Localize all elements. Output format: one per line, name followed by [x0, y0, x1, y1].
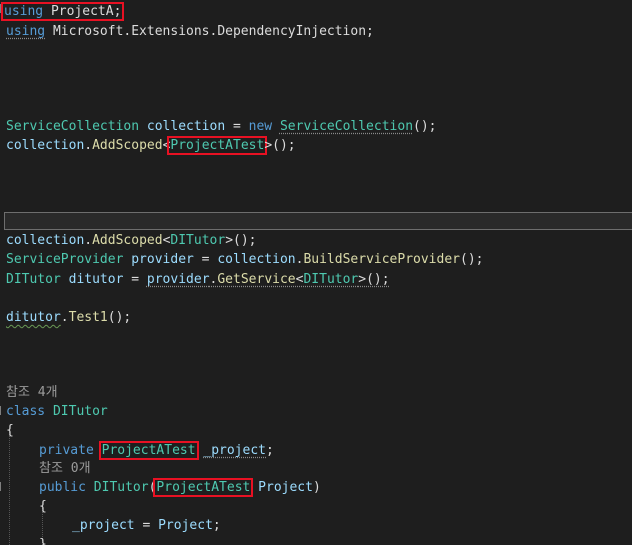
- namespace-di: Microsoft.Extensions.DependencyInjection…: [52, 24, 374, 39]
- code-line-17[interactable]: }: [0, 535, 47, 545]
- code-line-10[interactable]: class DITutor: [0, 402, 108, 421]
- highlight-box-projectatest: ProjectATest: [167, 136, 268, 155]
- highlight-box-projectatest: ProjectATest: [98, 441, 199, 460]
- codelens-references[interactable]: 참조 4개: [6, 383, 58, 402]
- code-line-8[interactable]: ditutor.Test1();: [0, 308, 131, 327]
- code-line-1[interactable]: using ProjectA;: [0, 2, 125, 21]
- code-line-14[interactable]: public DITutor(ProjectATest Project): [0, 478, 321, 497]
- code-editor[interactable]: using ProjectA; using Microsoft.Extensio…: [0, 0, 632, 545]
- namespace-projecta: ProjectA: [50, 4, 114, 19]
- code-line-13[interactable]: 참조 0개: [0, 459, 91, 478]
- codelens-references[interactable]: 참조 0개: [39, 459, 91, 478]
- code-line-4[interactable]: collection.AddScoped<ProjectATest>();: [0, 136, 296, 155]
- code-line-11[interactable]: {: [0, 421, 31, 440]
- code-line-7[interactable]: DITutor ditutor = provider.GetService<DI…: [0, 270, 390, 289]
- code-line-12[interactable]: private ProjectATest _project;: [0, 441, 274, 460]
- highlight-box-projectatest: ProjectATest: [153, 478, 254, 497]
- inline-input-box[interactable]: [4, 212, 632, 230]
- keyword-using: using: [4, 4, 44, 19]
- code-line-6[interactable]: ServiceProvider provider = collection.Bu…: [0, 250, 483, 269]
- code-line-15[interactable]: {: [0, 497, 47, 516]
- code-line-9[interactable]: 참조 4개: [0, 383, 58, 402]
- code-line-3[interactable]: ServiceCollection collection = new Servi…: [0, 117, 437, 136]
- code-line-2[interactable]: using Microsoft.Extensions.DependencyInj…: [0, 22, 374, 41]
- code-line-16[interactable]: _project = Project;: [0, 516, 221, 535]
- highlight-box-using-projecta: using ProjectA;: [1, 2, 125, 21]
- code-line-5[interactable]: collection.AddScoped<DITutor>();: [0, 231, 257, 250]
- keyword-using: using: [6, 24, 46, 39]
